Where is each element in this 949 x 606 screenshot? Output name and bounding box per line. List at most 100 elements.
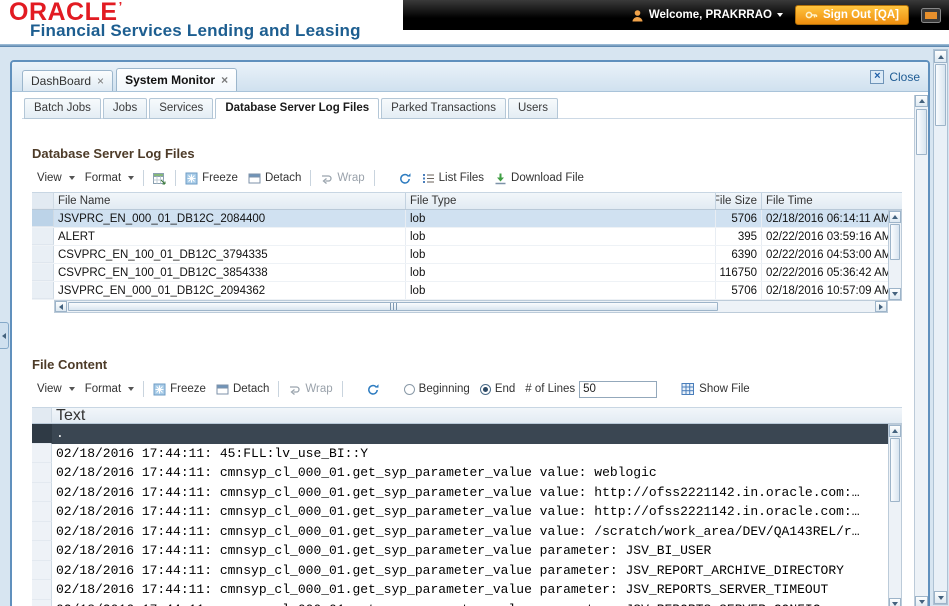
scroll-up-button[interactable]: [889, 425, 901, 437]
wrap-button[interactable]: Wrap: [315, 170, 369, 187]
wrap-button[interactable]: Wrap: [283, 381, 337, 398]
wrap-label: Wrap: [305, 383, 333, 395]
scroll-down-button[interactable]: [889, 598, 901, 606]
welcome-menu[interactable]: Welcome, PRAKRRAO: [631, 9, 783, 22]
show-file-icon: [681, 382, 695, 396]
row-selector[interactable]: [32, 482, 52, 502]
list-icon: [422, 172, 435, 185]
row-selector[interactable]: [32, 502, 52, 522]
detach-button[interactable]: Detach: [211, 381, 274, 398]
tab-system-monitor[interactable]: System Monitor ×: [116, 68, 238, 91]
row-selector[interactable]: [32, 560, 52, 580]
scroll-up-button[interactable]: [934, 50, 947, 63]
radio-button-icon[interactable]: [403, 383, 415, 395]
list-files-button[interactable]: List Files: [417, 170, 489, 187]
row-selector[interactable]: [32, 246, 54, 263]
radio-beginning[interactable]: Beginning: [399, 381, 475, 397]
table-row[interactable]: CSVPRC_EN_100_01_DB12C_3794335 lob 6390 …: [32, 246, 888, 264]
row-selector[interactable]: [32, 443, 52, 463]
column-header-file-time[interactable]: File Time: [762, 193, 902, 209]
chevron-down-icon: [128, 176, 135, 180]
freeze-button[interactable]: Freeze: [180, 170, 243, 187]
show-file-button[interactable]: Show File: [676, 380, 755, 398]
column-header-file-size[interactable]: File Size: [716, 193, 762, 209]
log-line[interactable]: 02/18/2016 17:44:11: cmnsyp_cl_000_01.ge…: [32, 463, 902, 483]
export-button[interactable]: [148, 170, 171, 187]
scrollbar-thumb[interactable]: [890, 438, 900, 502]
subtab-services[interactable]: Services: [149, 98, 214, 119]
page-scrollbar[interactable]: [933, 49, 948, 605]
subtab-database-server-log-files[interactable]: Database Server Log Files: [215, 98, 380, 119]
subtab-jobs[interactable]: Jobs: [102, 98, 148, 119]
log-line[interactable]: 02/18/2016 17:44:11: cmnsyp_cl_000_01.ge…: [32, 502, 902, 522]
scroll-down-button[interactable]: [915, 596, 928, 606]
sign-out-button[interactable]: Sign Out [QA]: [794, 5, 909, 25]
row-selector[interactable]: [32, 264, 54, 281]
toolbar-separator: [143, 381, 145, 397]
view-menu-button[interactable]: View: [32, 170, 80, 186]
log-line[interactable]: 02/18/2016 17:44:11: 45:FLL:lv_use_BI::Y: [32, 443, 902, 463]
scroll-up-button[interactable]: [915, 95, 928, 107]
close-window-button[interactable]: × Close: [870, 69, 920, 84]
scrollbar-thumb[interactable]: [68, 302, 718, 311]
panel-collapse-handle[interactable]: [0, 322, 9, 349]
log-line[interactable]: 02/18/2016 17:44:11: cmnsyp_cl_000_01.ge…: [32, 541, 902, 561]
table-row[interactable]: JSVPRC_EN_000_01_DB12C_2084400 lob 5706 …: [32, 210, 888, 228]
scroll-left-button[interactable]: [55, 301, 67, 312]
row-selector[interactable]: [32, 580, 52, 600]
table-row[interactable]: CSVPRC_EN_100_01_DB12C_3854338 lob 11675…: [32, 264, 888, 282]
thumb-grip: [389, 303, 397, 310]
log-files-vertical-scrollbar[interactable]: [888, 210, 902, 301]
table-row[interactable]: ALERT lob 395 02/22/2016 03:59:16 AM: [32, 228, 888, 246]
scroll-up-button[interactable]: [889, 211, 901, 223]
column-header-file-type[interactable]: File Type: [406, 193, 716, 209]
scrollbar-thumb[interactable]: [916, 109, 927, 155]
tab-close-icon[interactable]: ×: [97, 75, 104, 87]
tab-close-icon[interactable]: ×: [221, 74, 228, 86]
row-selector[interactable]: [32, 210, 54, 227]
column-header-text[interactable]: Text: [52, 408, 902, 423]
format-menu-button[interactable]: Format: [80, 170, 139, 186]
log-line[interactable]: 02/18/2016 17:44:11: cmnsyp_cl_000_01.ge…: [32, 599, 902, 606]
row-selector[interactable]: [32, 599, 52, 606]
chevron-down-icon: [776, 13, 783, 17]
column-header-file-name[interactable]: File Name: [54, 193, 406, 209]
radio-end[interactable]: End: [475, 381, 520, 397]
scrollbar-thumb[interactable]: [890, 224, 900, 260]
scrollbar-thumb[interactable]: [935, 64, 946, 126]
tab-dashboard[interactable]: DashBoard ×: [22, 70, 114, 91]
row-selector[interactable]: [32, 521, 52, 541]
row-selector[interactable]: [32, 228, 54, 245]
num-lines-input[interactable]: [579, 380, 658, 398]
refresh-button[interactable]: [393, 170, 417, 187]
download-file-label: Download File: [511, 172, 584, 184]
subtab-batch-jobs[interactable]: Batch Jobs: [24, 98, 101, 119]
log-line[interactable]: 02/18/2016 17:44:11: cmnsyp_cl_000_01.ge…: [32, 580, 902, 600]
row-selector[interactable]: [32, 463, 52, 483]
table-row[interactable]: JSVPRC_EN_000_01_DB12C_2094362 lob 5706 …: [32, 282, 888, 300]
scroll-down-button[interactable]: [889, 288, 901, 300]
session-icon[interactable]: [921, 7, 941, 23]
scroll-right-button[interactable]: [875, 301, 887, 312]
log-line[interactable]: .: [32, 424, 902, 444]
row-selector[interactable]: [32, 282, 54, 299]
log-line[interactable]: 02/18/2016 17:44:11: cmnsyp_cl_000_01.ge…: [32, 560, 902, 580]
subtab-parked-transactions[interactable]: Parked Transactions: [381, 98, 506, 119]
log-files-horizontal-scrollbar[interactable]: [54, 300, 888, 313]
cell-file-time: 02/22/2016 05:36:42 AM: [766, 266, 888, 279]
detach-button[interactable]: Detach: [243, 170, 306, 187]
row-selector[interactable]: [32, 424, 52, 444]
content-scrollbar[interactable]: [914, 95, 928, 606]
freeze-button[interactable]: Freeze: [148, 381, 211, 398]
row-selector[interactable]: [32, 541, 52, 561]
log-line[interactable]: 02/18/2016 17:44:11: cmnsyp_cl_000_01.ge…: [32, 521, 902, 541]
scroll-down-button[interactable]: [934, 591, 947, 604]
file-content-vertical-scrollbar[interactable]: [888, 424, 902, 606]
refresh-button[interactable]: [361, 381, 385, 398]
format-menu-button[interactable]: Format: [80, 381, 139, 397]
subtab-users[interactable]: Users: [507, 98, 558, 119]
log-line[interactable]: 02/18/2016 17:44:11: cmnsyp_cl_000_01.ge…: [32, 482, 902, 502]
radio-button-icon[interactable]: [479, 383, 491, 395]
view-menu-button[interactable]: View: [32, 381, 80, 397]
download-file-button[interactable]: Download File: [489, 170, 589, 187]
